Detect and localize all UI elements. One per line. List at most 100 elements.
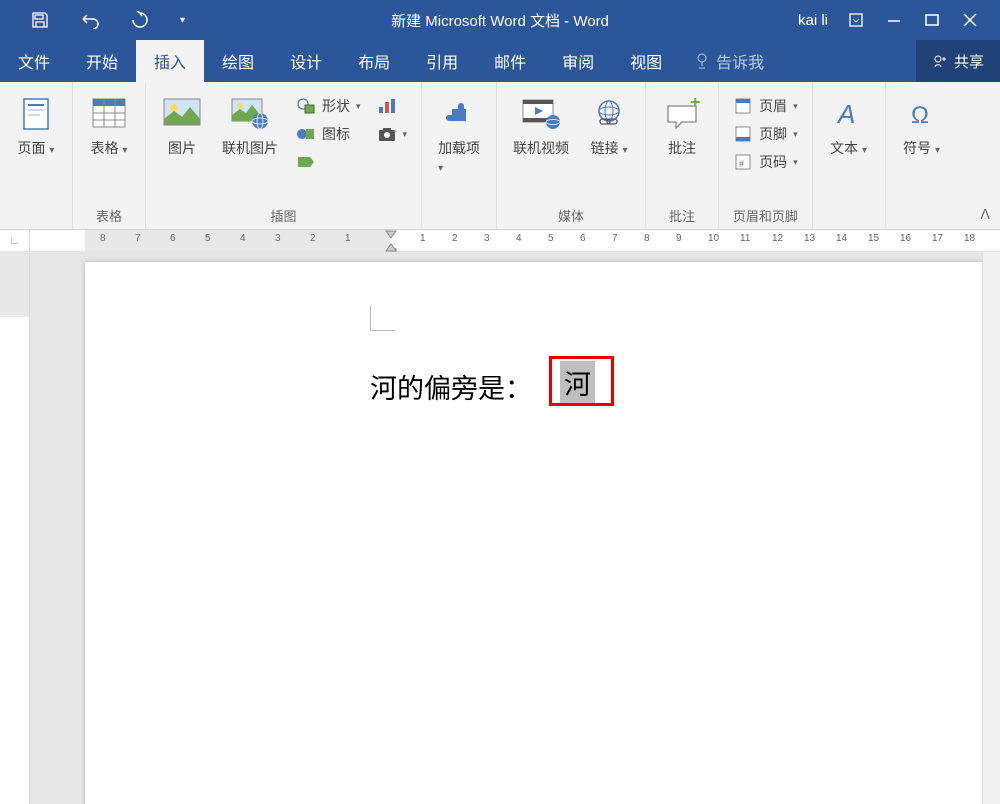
menubar: 文件 开始 插入 绘图 设计 布局 引用 邮件 审阅 视图 告诉我 共享 [0, 40, 1000, 82]
footer-icon [733, 124, 753, 144]
svg-text:+: + [393, 129, 397, 136]
tab-view[interactable]: 视图 [612, 40, 680, 82]
icons-button[interactable]: 图标 [292, 122, 365, 146]
addins-icon [439, 94, 479, 134]
close-icon[interactable] [960, 10, 980, 30]
header-icon [733, 96, 753, 116]
page-number-icon: # [733, 152, 753, 172]
group-comments: + 批注 批注 [646, 82, 719, 229]
link-button[interactable]: 链接 ▾ [583, 90, 635, 162]
svg-text:Ω: Ω [911, 102, 929, 129]
screenshot-button[interactable]: + ▾ [373, 122, 412, 146]
vertical-ruler[interactable] [0, 252, 30, 804]
pages-button[interactable]: 页面 ▾ [10, 90, 62, 162]
group-header-footer-label: 页眉和页脚 [729, 206, 802, 225]
group-media-label: 媒体 [507, 206, 635, 225]
undo-icon[interactable] [80, 10, 100, 30]
page-number-button[interactable]: # 页码▾ [729, 150, 802, 174]
header-label: 页眉 [759, 96, 787, 116]
group-header-footer: 页眉▾ 页脚▾ # 页码▾ 页眉和页脚 [719, 82, 813, 229]
maximize-icon[interactable] [922, 10, 942, 30]
picture-button[interactable]: 图片 [156, 90, 208, 162]
addins-button[interactable]: 加载项▾ [432, 90, 486, 178]
page-container[interactable]: 河的偏旁是： 河 [30, 252, 982, 804]
online-video-label: 联机视频 [513, 138, 569, 158]
picture-label: 图片 [168, 138, 196, 158]
symbol-label: 符号 [903, 140, 931, 156]
minimize-icon[interactable] [884, 10, 904, 30]
link-icon [589, 94, 629, 134]
online-video-button[interactable]: 联机视频 [507, 90, 575, 162]
comment-button[interactable]: + 批注 [656, 90, 708, 162]
group-media: 联机视频 链接 ▾ 媒体 [497, 82, 646, 229]
table-button[interactable]: 表格 ▾ [83, 90, 135, 162]
shapes-icon [296, 96, 316, 116]
page-icon [16, 94, 56, 134]
svg-text:#: # [739, 159, 744, 169]
margin-corner-marker [370, 306, 395, 331]
group-pages-label [10, 210, 62, 225]
qat-dropdown[interactable]: ▾ [180, 15, 185, 26]
page-number-label: 页码 [759, 152, 787, 172]
svg-text:A: A [836, 99, 855, 129]
smartart-button[interactable] [292, 150, 365, 174]
horizontal-ruler[interactable]: 87654321123456789101112131415161718 [30, 230, 1000, 251]
tell-me-search[interactable]: 告诉我 [680, 49, 764, 73]
share-label: 共享 [954, 51, 984, 72]
group-text-label [823, 210, 875, 225]
tab-file[interactable]: 文件 [0, 40, 68, 82]
document-page[interactable]: 河的偏旁是： 河 [85, 262, 982, 804]
document-text[interactable]: 河的偏旁是： [370, 367, 532, 406]
online-picture-button[interactable]: 联机图片 [216, 90, 284, 162]
tab-mail[interactable]: 邮件 [476, 40, 544, 82]
group-symbols-label [896, 210, 948, 225]
save-icon[interactable] [30, 10, 50, 30]
titlebar: ▾ 新建 Microsoft Word 文档 - Word kai li [0, 0, 1000, 40]
footer-button[interactable]: 页脚▾ [729, 122, 802, 146]
group-illustrations-label: 插图 [156, 206, 411, 225]
tab-references[interactable]: 引用 [408, 40, 476, 82]
svg-text:+: + [690, 98, 700, 112]
omega-icon: Ω [902, 94, 942, 134]
redo-icon[interactable] [130, 10, 150, 30]
smartart-icon [296, 152, 316, 172]
footer-label: 页脚 [759, 124, 787, 144]
group-addins: 加载项▾ [422, 82, 497, 229]
tab-insert[interactable]: 插入 [136, 40, 204, 82]
ribbon: 页面 ▾ 表格 ▾ 表格 图片 [0, 82, 1000, 230]
camera-icon: + [377, 124, 397, 144]
tab-review[interactable]: 审阅 [544, 40, 612, 82]
group-tables-label: 表格 [83, 206, 135, 225]
chart-icon [377, 96, 397, 116]
window-title: 新建 Microsoft Word 文档 - Word [391, 10, 609, 31]
user-name[interactable]: kai li [798, 12, 828, 29]
symbol-button[interactable]: Ω 符号 ▾ [896, 90, 948, 162]
collapse-ribbon-button[interactable]: ᐱ [980, 206, 990, 223]
chart-button[interactable] [373, 94, 412, 118]
shapes-label: 形状 [322, 96, 350, 116]
pages-label: 页面 [18, 140, 46, 156]
tab-design[interactable]: 设计 [272, 40, 340, 82]
icons-icon [296, 124, 316, 144]
text-icon: A [829, 94, 869, 134]
text-button[interactable]: A 文本 ▾ [823, 90, 875, 162]
tab-draw[interactable]: 绘图 [204, 40, 272, 82]
table-icon [89, 94, 129, 134]
shapes-button[interactable]: 形状 ▾ [292, 94, 365, 118]
group-pages: 页面 ▾ [0, 82, 73, 229]
vertical-scrollbar[interactable] [982, 252, 1000, 804]
header-button[interactable]: 页眉▾ [729, 94, 802, 118]
group-tables: 表格 ▾ 表格 [73, 82, 146, 229]
tell-me-label: 告诉我 [716, 49, 764, 73]
group-text: A 文本 ▾ [813, 82, 886, 229]
ribbon-options-icon[interactable] [846, 10, 866, 30]
tab-home[interactable]: 开始 [68, 40, 136, 82]
tab-layout[interactable]: 布局 [340, 40, 408, 82]
group-symbols: Ω 符号 ▾ [886, 82, 958, 229]
icons-label: 图标 [322, 124, 350, 144]
ruler-area: ∟ 87654321123456789101112131415161718 [0, 230, 1000, 252]
comment-label: 批注 [668, 138, 696, 158]
document-area: 河的偏旁是： 河 [0, 252, 1000, 804]
share-button[interactable]: 共享 [916, 40, 1000, 82]
link-label: 链接 [591, 140, 619, 156]
